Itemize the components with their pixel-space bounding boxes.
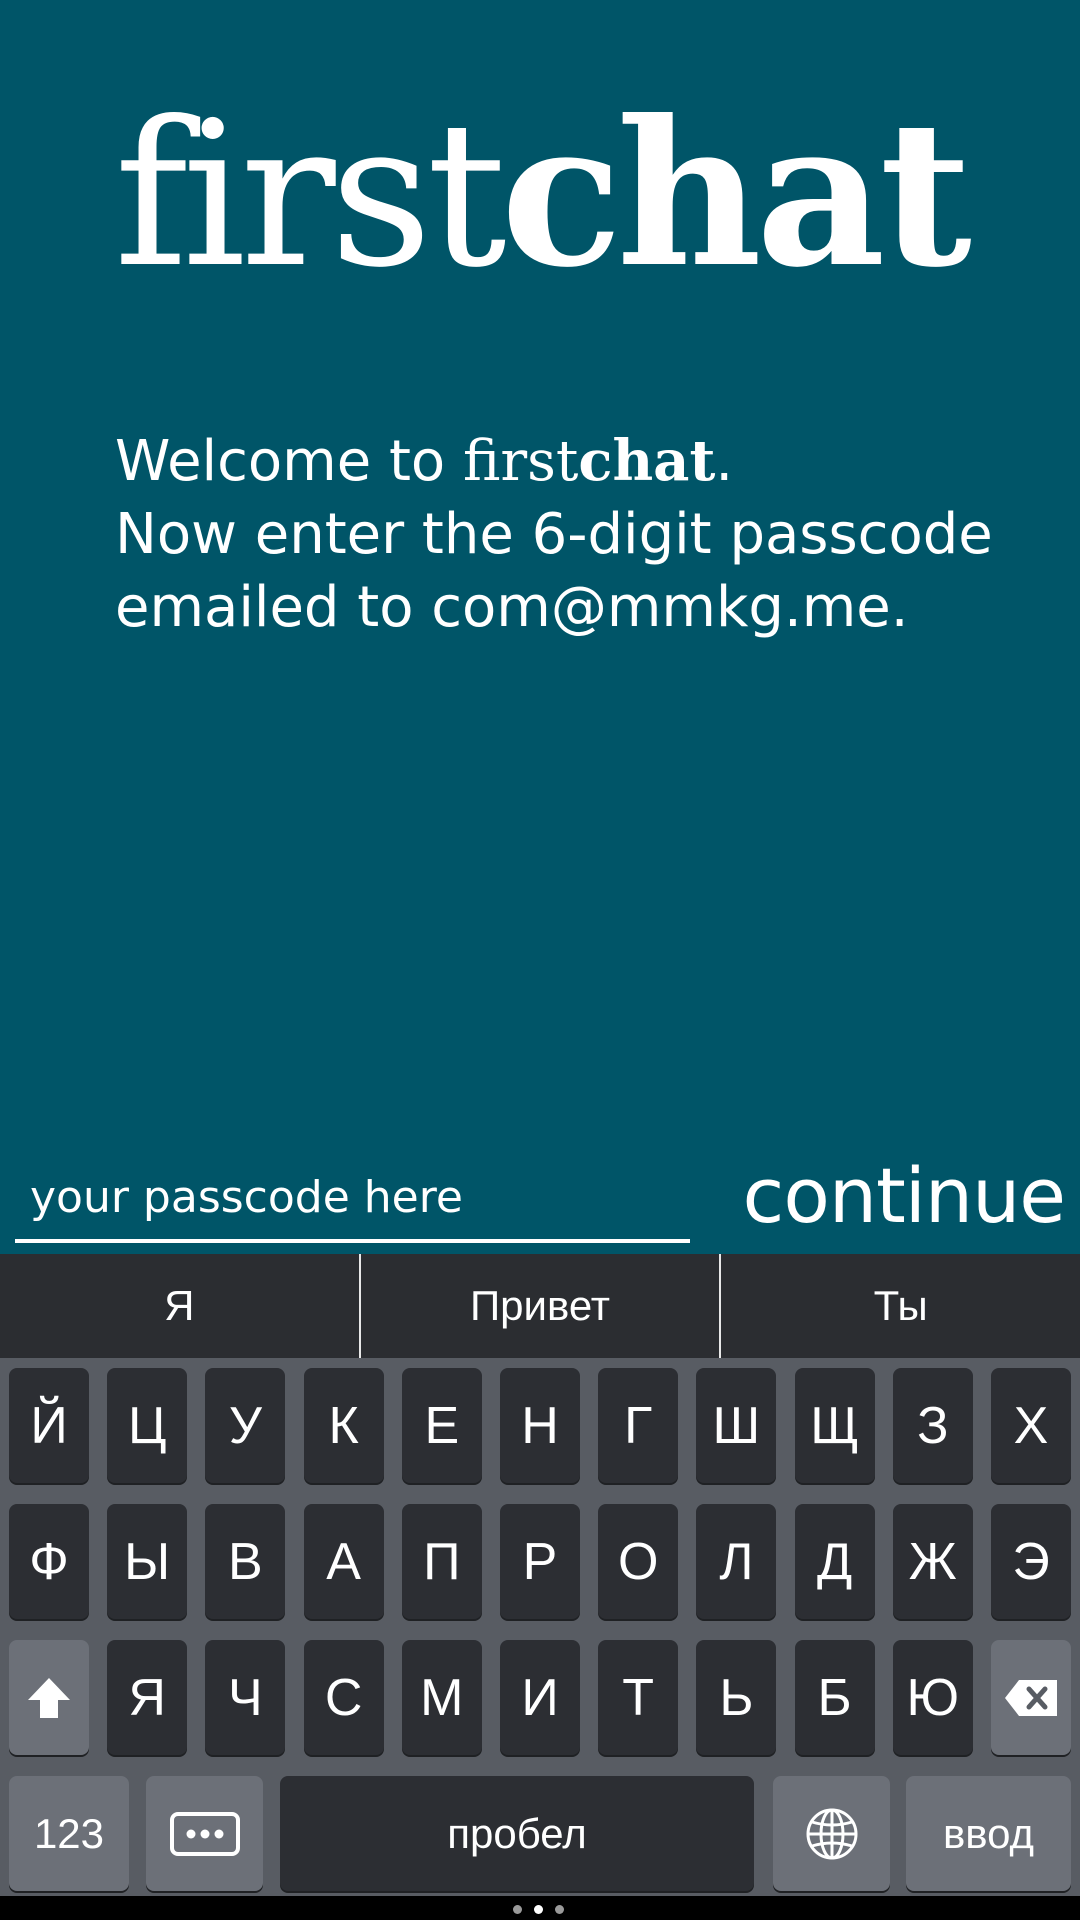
key-15[interactable]: А (303, 1504, 384, 1619)
key-12[interactable]: Ф (9, 1504, 89, 1619)
suggestion-bar: Я Привет Ты (0, 1254, 1080, 1358)
logo-chat: chat (500, 77, 972, 312)
key-21[interactable]: Ж (892, 1504, 973, 1619)
globe-icon (806, 1808, 857, 1859)
key-18[interactable]: О (598, 1504, 679, 1619)
page-dot (555, 1905, 564, 1914)
page-dot-active (534, 1905, 543, 1914)
numbers-key[interactable]: 123 (9, 1776, 129, 1891)
key-10[interactable]: З (892, 1368, 973, 1483)
suggestion-1[interactable]: Я (0, 1254, 359, 1358)
key-30[interactable]: Б (794, 1640, 875, 1755)
app-logo: firstchat (0, 95, 1080, 296)
key-19[interactable]: Л (696, 1504, 777, 1619)
more-key[interactable] (146, 1776, 263, 1891)
key-31[interactable]: Ю (892, 1640, 973, 1755)
suggestion-3[interactable]: Ты (719, 1254, 1080, 1358)
enter-key[interactable]: ввод (906, 1776, 1071, 1891)
welcome-prefix: Welcome to (115, 429, 463, 494)
page-dot (513, 1905, 522, 1914)
key-14[interactable]: В (205, 1504, 286, 1619)
space-key[interactable]: пробел (280, 1776, 754, 1891)
welcome-suffix: . (715, 429, 734, 494)
key-20[interactable]: Д (794, 1504, 875, 1619)
continue-button[interactable]: continue (720, 1148, 1066, 1243)
welcome-line-3: emailed to com@mmkg.me. (115, 575, 909, 640)
key-16[interactable]: П (401, 1504, 482, 1619)
key-25[interactable]: С (303, 1640, 384, 1755)
key-2[interactable]: Ц (107, 1368, 188, 1483)
key-8[interactable]: Ш (696, 1368, 777, 1483)
key-24[interactable]: Ч (205, 1640, 286, 1755)
key-27[interactable]: И (500, 1640, 580, 1755)
key-22[interactable]: Э (991, 1504, 1071, 1619)
shift-key[interactable] (9, 1640, 89, 1755)
logo-first: first (114, 79, 507, 312)
key-1[interactable]: Й (9, 1368, 89, 1483)
page-indicator (513, 1905, 564, 1914)
key-23[interactable]: Я (107, 1640, 188, 1755)
key-26[interactable]: М (401, 1640, 482, 1755)
key-17[interactable]: Р (500, 1504, 580, 1619)
ellipsis-icon (169, 1811, 240, 1856)
key-28[interactable]: Т (598, 1640, 679, 1755)
key-9[interactable]: Щ (794, 1368, 875, 1483)
key-5[interactable]: Е (401, 1368, 482, 1483)
passcode-field[interactable] (15, 1155, 690, 1243)
key-7[interactable]: Г (598, 1368, 679, 1483)
globe-key[interactable] (773, 1776, 890, 1891)
welcome-brand-chat: chat (578, 428, 716, 494)
key-29[interactable]: Ь (696, 1640, 777, 1755)
suggestion-2[interactable]: Привет (358, 1254, 720, 1358)
key-6[interactable]: Н (500, 1368, 580, 1483)
key-11[interactable]: Х (991, 1368, 1071, 1483)
backspace-icon (1005, 1679, 1057, 1716)
key-13[interactable]: Ы (107, 1504, 188, 1619)
welcome-line-2: Now enter the 6-digit passcode (115, 502, 993, 567)
welcome-line-1: Welcome to firstchat. (115, 425, 995, 498)
welcome-brand-first: first (462, 429, 579, 494)
passcode-input[interactable] (15, 1155, 690, 1239)
on-screen-keyboard: Я Привет Ты ЙЦУКЕНГШЩЗХФЫВАПРОЛДЖЭЯЧСМИТ… (0, 1254, 1080, 1920)
key-3[interactable]: У (205, 1368, 286, 1483)
key-4[interactable]: К (303, 1368, 384, 1483)
backspace-key[interactable] (991, 1640, 1071, 1755)
shift-arrow-icon (28, 1677, 70, 1718)
welcome-message: Welcome to firstchat. Now enter the 6-di… (115, 425, 995, 644)
